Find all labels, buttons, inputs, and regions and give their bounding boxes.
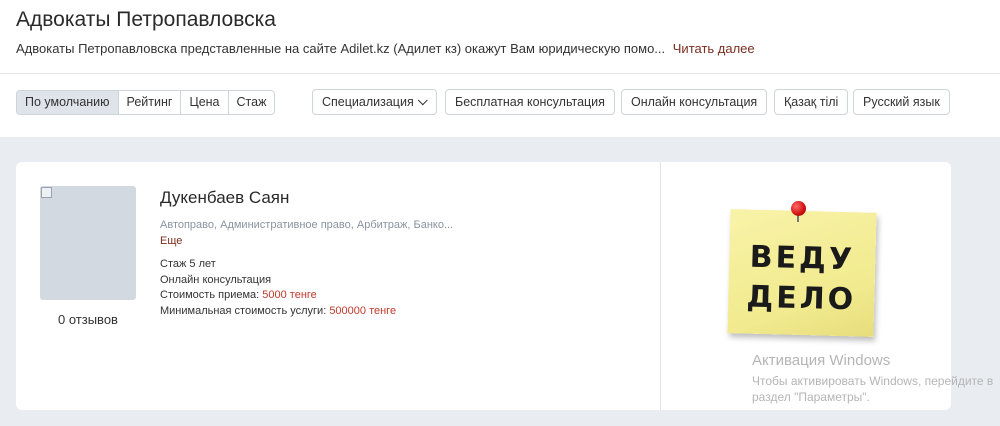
windows-activation-title: Активация Windows — [752, 352, 891, 369]
page-header: Адвокаты Петропавловска Адвокаты Петропа… — [0, 0, 1000, 74]
fee-value: 5000 тенге — [262, 289, 317, 301]
fee-row: Стоимость приема: 5000 тенге — [160, 289, 317, 301]
lawyer-name[interactable]: Дукенбаев Саян — [160, 188, 289, 208]
specialization-label: Специализация — [322, 95, 414, 109]
page-title: Адвокаты Петропавловска — [16, 8, 276, 31]
sticky-note-line1: ВЕДУ — [749, 239, 856, 278]
specialization-dropdown[interactable]: Специализация — [312, 89, 437, 115]
fee-label: Стоимость приема: — [160, 289, 263, 301]
min-fee-label: Минимальная стоимость услуги: — [160, 305, 330, 317]
chevron-down-icon — [417, 95, 428, 106]
windows-activation-text: Чтобы активировать Windows, перейдите в … — [752, 373, 993, 405]
min-fee-value: 500000 тенге — [329, 305, 397, 317]
intro-text: Адвокаты Петропавловска представленные н… — [16, 41, 755, 56]
read-more-link[interactable]: Читать далее — [673, 41, 755, 56]
sort-price-button[interactable]: Цена — [180, 91, 228, 114]
filter-bar: По умолчанию Рейтинг Цена Стаж Специализ… — [0, 75, 1000, 137]
more-specializations-link[interactable]: Еще — [160, 235, 182, 247]
sort-rating-button[interactable]: Рейтинг — [117, 91, 181, 114]
sticky-note-line2: ДЕЛО — [746, 279, 857, 318]
sticky-note-banner[interactable]: ВЕДУ ДЕЛО — [727, 199, 877, 339]
online-consultation-text: Онлайн консультация — [160, 274, 272, 286]
sort-default-button[interactable]: По умолчанию — [17, 91, 118, 114]
kazakh-language-filter[interactable]: Қазақ тілі — [774, 89, 849, 115]
windows-activation-line2: раздел "Параметры". — [752, 390, 870, 404]
specializations-text: Автоправо, Административное право, Арбит… — [160, 219, 454, 231]
sticky-note: ВЕДУ ДЕЛО — [727, 209, 877, 337]
min-fee-row: Минимальная стоимость услуги: 500000 тен… — [160, 305, 396, 317]
free-consultation-filter[interactable]: Бесплатная консультация — [445, 89, 615, 115]
experience-text: Стаж 5 лет — [160, 258, 216, 270]
intro-description: Адвокаты Петропавловска представленные н… — [16, 41, 666, 56]
broken-image-icon — [41, 187, 52, 198]
sort-experience-button[interactable]: Стаж — [227, 91, 275, 114]
lawyer-photo[interactable] — [40, 186, 136, 300]
online-consultation-filter[interactable]: Онлайн консультация — [621, 89, 768, 115]
reviews-count[interactable]: 0 отзывов — [40, 312, 136, 327]
sort-segmented-control: По умолчанию Рейтинг Цена Стаж — [16, 90, 276, 115]
russian-language-filter[interactable]: Русский язык — [853, 89, 950, 115]
card-divider — [660, 162, 661, 410]
push-pin-icon — [791, 201, 806, 216]
windows-activation-line1: Чтобы активировать Windows, перейдите в — [752, 374, 994, 388]
